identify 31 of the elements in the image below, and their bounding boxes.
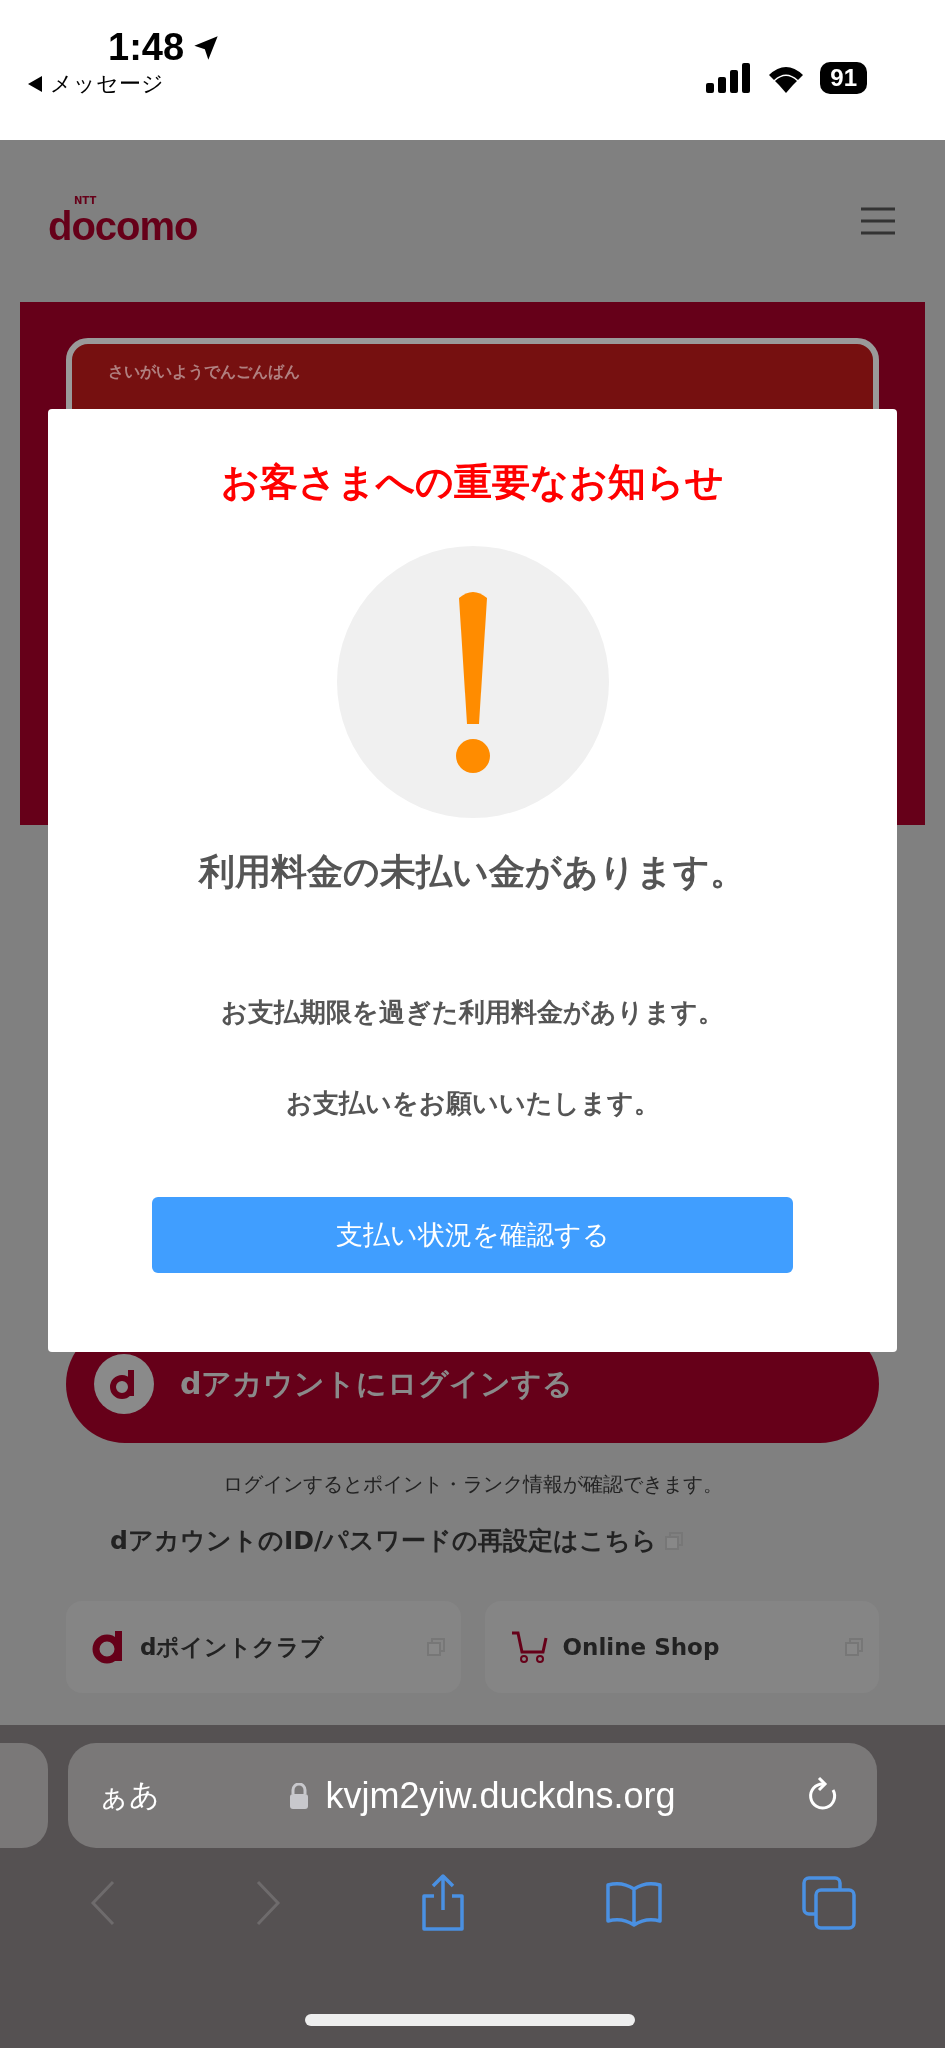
url-text: kvjm2yiw.duckdns.org (325, 1774, 676, 1817)
dialog-message: お支払期限を過ぎた利用料金があります。 (221, 996, 724, 1029)
share-icon[interactable] (419, 1874, 466, 1932)
location-arrow-icon (192, 33, 221, 62)
address-bar[interactable]: ぁあ kvjm2yiw.duckdns.org (68, 1743, 877, 1848)
check-payment-button[interactable]: 支払い状況を確認する (152, 1197, 793, 1273)
back-triangle-icon[interactable] (28, 76, 42, 92)
password-reset-link[interactable]: dアカウントのID/パスワードの再設定はこちら (110, 1524, 879, 1557)
banner-reading: さいがいようでんごんばん (108, 362, 301, 383)
service-link-card[interactable]: Online Shop (484, 1601, 879, 1693)
back-icon[interactable] (89, 1880, 116, 1926)
d-mark-icon (94, 1354, 154, 1414)
bookmarks-icon[interactable] (604, 1879, 663, 1927)
cellular-signal-icon (706, 63, 753, 93)
menu-icon[interactable] (859, 206, 897, 236)
tabs-icon[interactable] (801, 1876, 856, 1930)
battery-level: 91 (820, 62, 867, 94)
service-link-card[interactable]: dポイントクラブ (66, 1601, 461, 1693)
login-note: ログインするとポイント・ランク情報が確認できます。 (221, 1471, 724, 1498)
warning-icon (336, 546, 609, 818)
previous-tab-preview[interactable] (0, 1743, 48, 1848)
dialog-message: お支払いをお願いいたします。 (285, 1087, 660, 1120)
back-to-app-link[interactable]: メッセージ (50, 69, 164, 99)
docomo-logo[interactable]: NTT docomo (48, 196, 198, 246)
cart-icon (510, 1630, 549, 1664)
forward-icon[interactable] (254, 1880, 281, 1926)
clock-time: 1:48 (108, 26, 185, 69)
dialog-title: お客さまへの重要なお知らせ (221, 458, 724, 506)
text-size-button[interactable]: ぁあ (98, 1775, 160, 1816)
dialog-heading: 利用料金の未払い金があります。 (199, 849, 746, 894)
lock-icon (289, 1782, 310, 1809)
